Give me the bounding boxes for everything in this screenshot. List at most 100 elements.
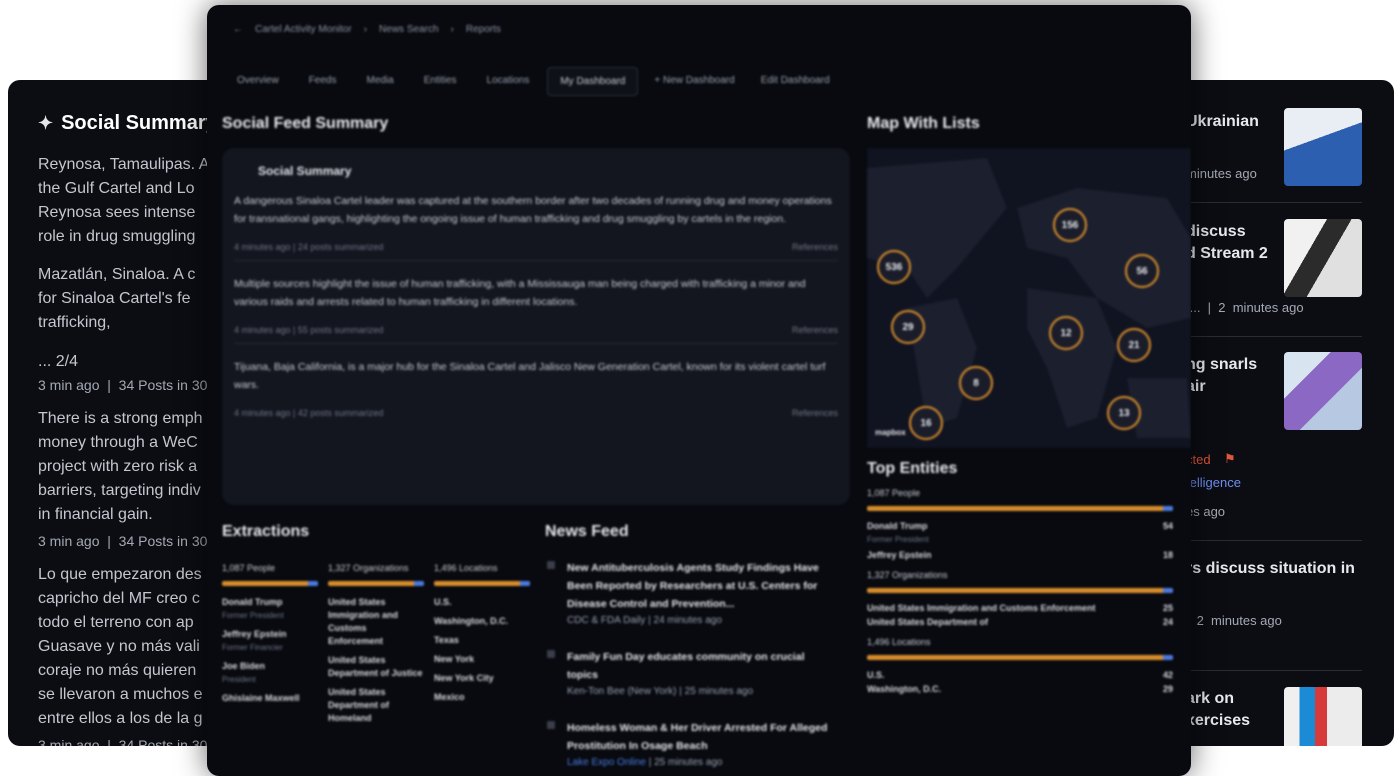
summary-paragraph: A dangerous Sinaloa Cartel leader was ca… (234, 195, 832, 225)
summary-meta: 4 minutes ago | 42 posts summarized (234, 408, 384, 418)
row-name: U.S. (434, 597, 452, 607)
locations-label: 1,496 Locations (867, 637, 931, 647)
row-name: Donald Trump (222, 597, 283, 607)
news-item-title-2[interactable]: discuss d Stream 2 (1186, 221, 1268, 265)
table-row[interactable]: Jeffrey Epstein Former Financier (222, 628, 318, 654)
dashboard-tabs: Overview Feeds Media Entities Locations … (225, 67, 840, 96)
tab-feeds[interactable]: Feeds (297, 67, 349, 96)
table-row[interactable]: New York City (434, 672, 530, 685)
summary-meta: 4 minutes ago | 24 posts summarized (234, 242, 384, 252)
table-row[interactable]: United States Department of Homeland (328, 686, 424, 725)
new-dashboard-button[interactable]: + New Dashboard (644, 67, 744, 96)
map-cluster-marker[interactable]: 12 (1049, 316, 1083, 350)
map-title: Map With Lists (867, 115, 980, 132)
table-row[interactable]: Texas (434, 634, 530, 647)
news-item-link-3[interactable]: telligence (1186, 475, 1241, 490)
entity-row[interactable]: Jeffrey Epstein 18 (867, 550, 1173, 560)
news-thumbnail-3[interactable] (1284, 352, 1362, 430)
news-item-meta-3: es ago (1186, 504, 1226, 519)
news-thumbnail-5[interactable] (1284, 687, 1362, 746)
news-item-title-5[interactable]: ark on xercises (1186, 688, 1250, 732)
tab-locations[interactable]: Locations (475, 67, 542, 96)
news-source[interactable]: Lake Expo Online (567, 757, 646, 768)
tab-media[interactable]: Media (354, 67, 405, 96)
references-link[interactable]: References (792, 325, 838, 335)
tab-overview[interactable]: Overview (225, 67, 291, 96)
dashboard-window: ← Cartel Activity Monitor › News Search … (207, 5, 1191, 776)
news-feed-title: News Feed (545, 523, 629, 540)
news-meta: Lake Expo Online | 25 minutes ago (567, 757, 723, 768)
news-item[interactable]: Homeless Woman & Her Driver Arrested For… (545, 719, 835, 768)
tab-my-dashboard[interactable]: My Dashboard (547, 67, 639, 96)
table-row[interactable]: Mexico (434, 691, 530, 704)
summary-paragraph: Multiple sources highlight the issue of … (234, 278, 806, 308)
edit-dashboard-button[interactable]: Edit Dashboard (751, 67, 840, 96)
map-landmass (867, 158, 1191, 438)
news-title[interactable]: Homeless Woman & Her Driver Arrested For… (567, 719, 835, 755)
sparkle-icon: ✦ (38, 113, 54, 133)
news-item-title-1[interactable]: Ukrainian (1186, 111, 1259, 133)
mapbox-logo: mapbox (875, 428, 906, 437)
entity-row[interactable]: Donald Trump 54 (867, 521, 1173, 531)
row-name: New York City (434, 673, 494, 683)
entity-row[interactable]: United States Immigration and Customs En… (867, 603, 1173, 613)
entity-count: 25 (1162, 603, 1173, 613)
table-row[interactable]: Ghislaine Maxwell (222, 692, 318, 705)
news-item[interactable]: Family Fun Day educates community on cru… (545, 648, 835, 697)
table-row[interactable]: U.S. (434, 596, 530, 609)
map-cluster-marker[interactable]: 156 (1053, 208, 1087, 242)
table-row[interactable]: New York (434, 653, 530, 666)
entity-row[interactable]: U.S. 42 (867, 670, 1173, 680)
world-map[interactable]: 156 536 56 29 12 21 8 13 16 mapbox (867, 148, 1191, 448)
map-cluster-marker[interactable]: 21 (1117, 328, 1151, 362)
entity-count: 54 (1162, 521, 1173, 531)
news-item-title-4[interactable]: rs discuss situation in (1186, 558, 1355, 580)
news-thumbnail-1[interactable] (1284, 108, 1362, 186)
references-link[interactable]: References (792, 242, 838, 252)
table-row[interactable]: Joe Biden President (222, 660, 318, 686)
tab-entities[interactable]: Entities (412, 67, 469, 96)
back-arrow-icon[interactable]: ← (233, 24, 243, 35)
map-cluster-marker[interactable]: 29 (891, 310, 925, 344)
table-row[interactable]: United States Immigration and Customs En… (328, 596, 424, 648)
table-row[interactable]: Donald Trump Former President (222, 596, 318, 622)
news-source: Ken-Ton Bee (New York) (567, 686, 677, 697)
map-cluster-marker[interactable]: 8 (959, 366, 993, 400)
row-sub: Former President (222, 611, 284, 620)
news-item-meta-4: | 2 minutes ago (1186, 613, 1282, 628)
references-link[interactable]: References (792, 408, 838, 418)
count-bar (867, 588, 1173, 593)
news-time: 24 minutes ago (653, 615, 722, 626)
row-name: Mexico (434, 692, 465, 702)
news-title[interactable]: Family Fun Day educates community on cru… (567, 648, 835, 684)
entity-row[interactable]: Washington, D.C. 29 (867, 684, 1173, 694)
chevron-icon: › (450, 23, 454, 35)
news-item[interactable]: New Antituberculosis Agents Study Findin… (545, 559, 835, 626)
breadcrumb-item-2[interactable]: News Search (379, 24, 438, 35)
table-row[interactable]: United States Department of Justice (328, 654, 424, 680)
breadcrumb-item-1[interactable]: Cartel Activity Monitor (255, 24, 352, 35)
extraction-column-orgs: 1,327 Organizations United States Immigr… (328, 563, 424, 731)
breadcrumb-item-3[interactable]: Reports (466, 24, 501, 35)
table-row[interactable]: Washington, D.C. (434, 615, 530, 628)
map-cluster-marker[interactable]: 56 (1125, 254, 1159, 288)
entity-name: United States Immigration and Customs En… (867, 603, 1096, 613)
top-entities-widget: Top Entities 1,087 People Donald Trump 54… (867, 460, 1173, 698)
news-meta: CDC & FDA Daily | 24 minutes ago (567, 615, 722, 626)
news-source: CDC & FDA Daily (567, 615, 646, 626)
news-item-title-3[interactable]: ng snarls air (1186, 354, 1257, 398)
news-item-meta-2: t... | 2 minutes ago (1186, 300, 1304, 315)
news-time: 25 minutes ago (684, 686, 754, 697)
divider (1186, 336, 1362, 337)
orgs-label: 1,327 Organizations (867, 570, 948, 580)
column-head: 1,087 People (222, 563, 276, 573)
news-thumbnail-2[interactable] (1284, 219, 1362, 297)
map-cluster-marker[interactable]: 536 (877, 250, 911, 284)
entity-row[interactable]: United States Department of 24 (867, 617, 1173, 627)
map-cluster-marker[interactable]: 13 (1107, 396, 1141, 430)
news-title[interactable]: New Antituberculosis Agents Study Findin… (567, 559, 835, 613)
map-cluster-marker[interactable]: 16 (909, 406, 943, 440)
row-name: United States Department of Homeland (328, 687, 390, 723)
entity-name: United States Department of (867, 617, 989, 627)
people-label: 1,087 People (867, 488, 921, 498)
